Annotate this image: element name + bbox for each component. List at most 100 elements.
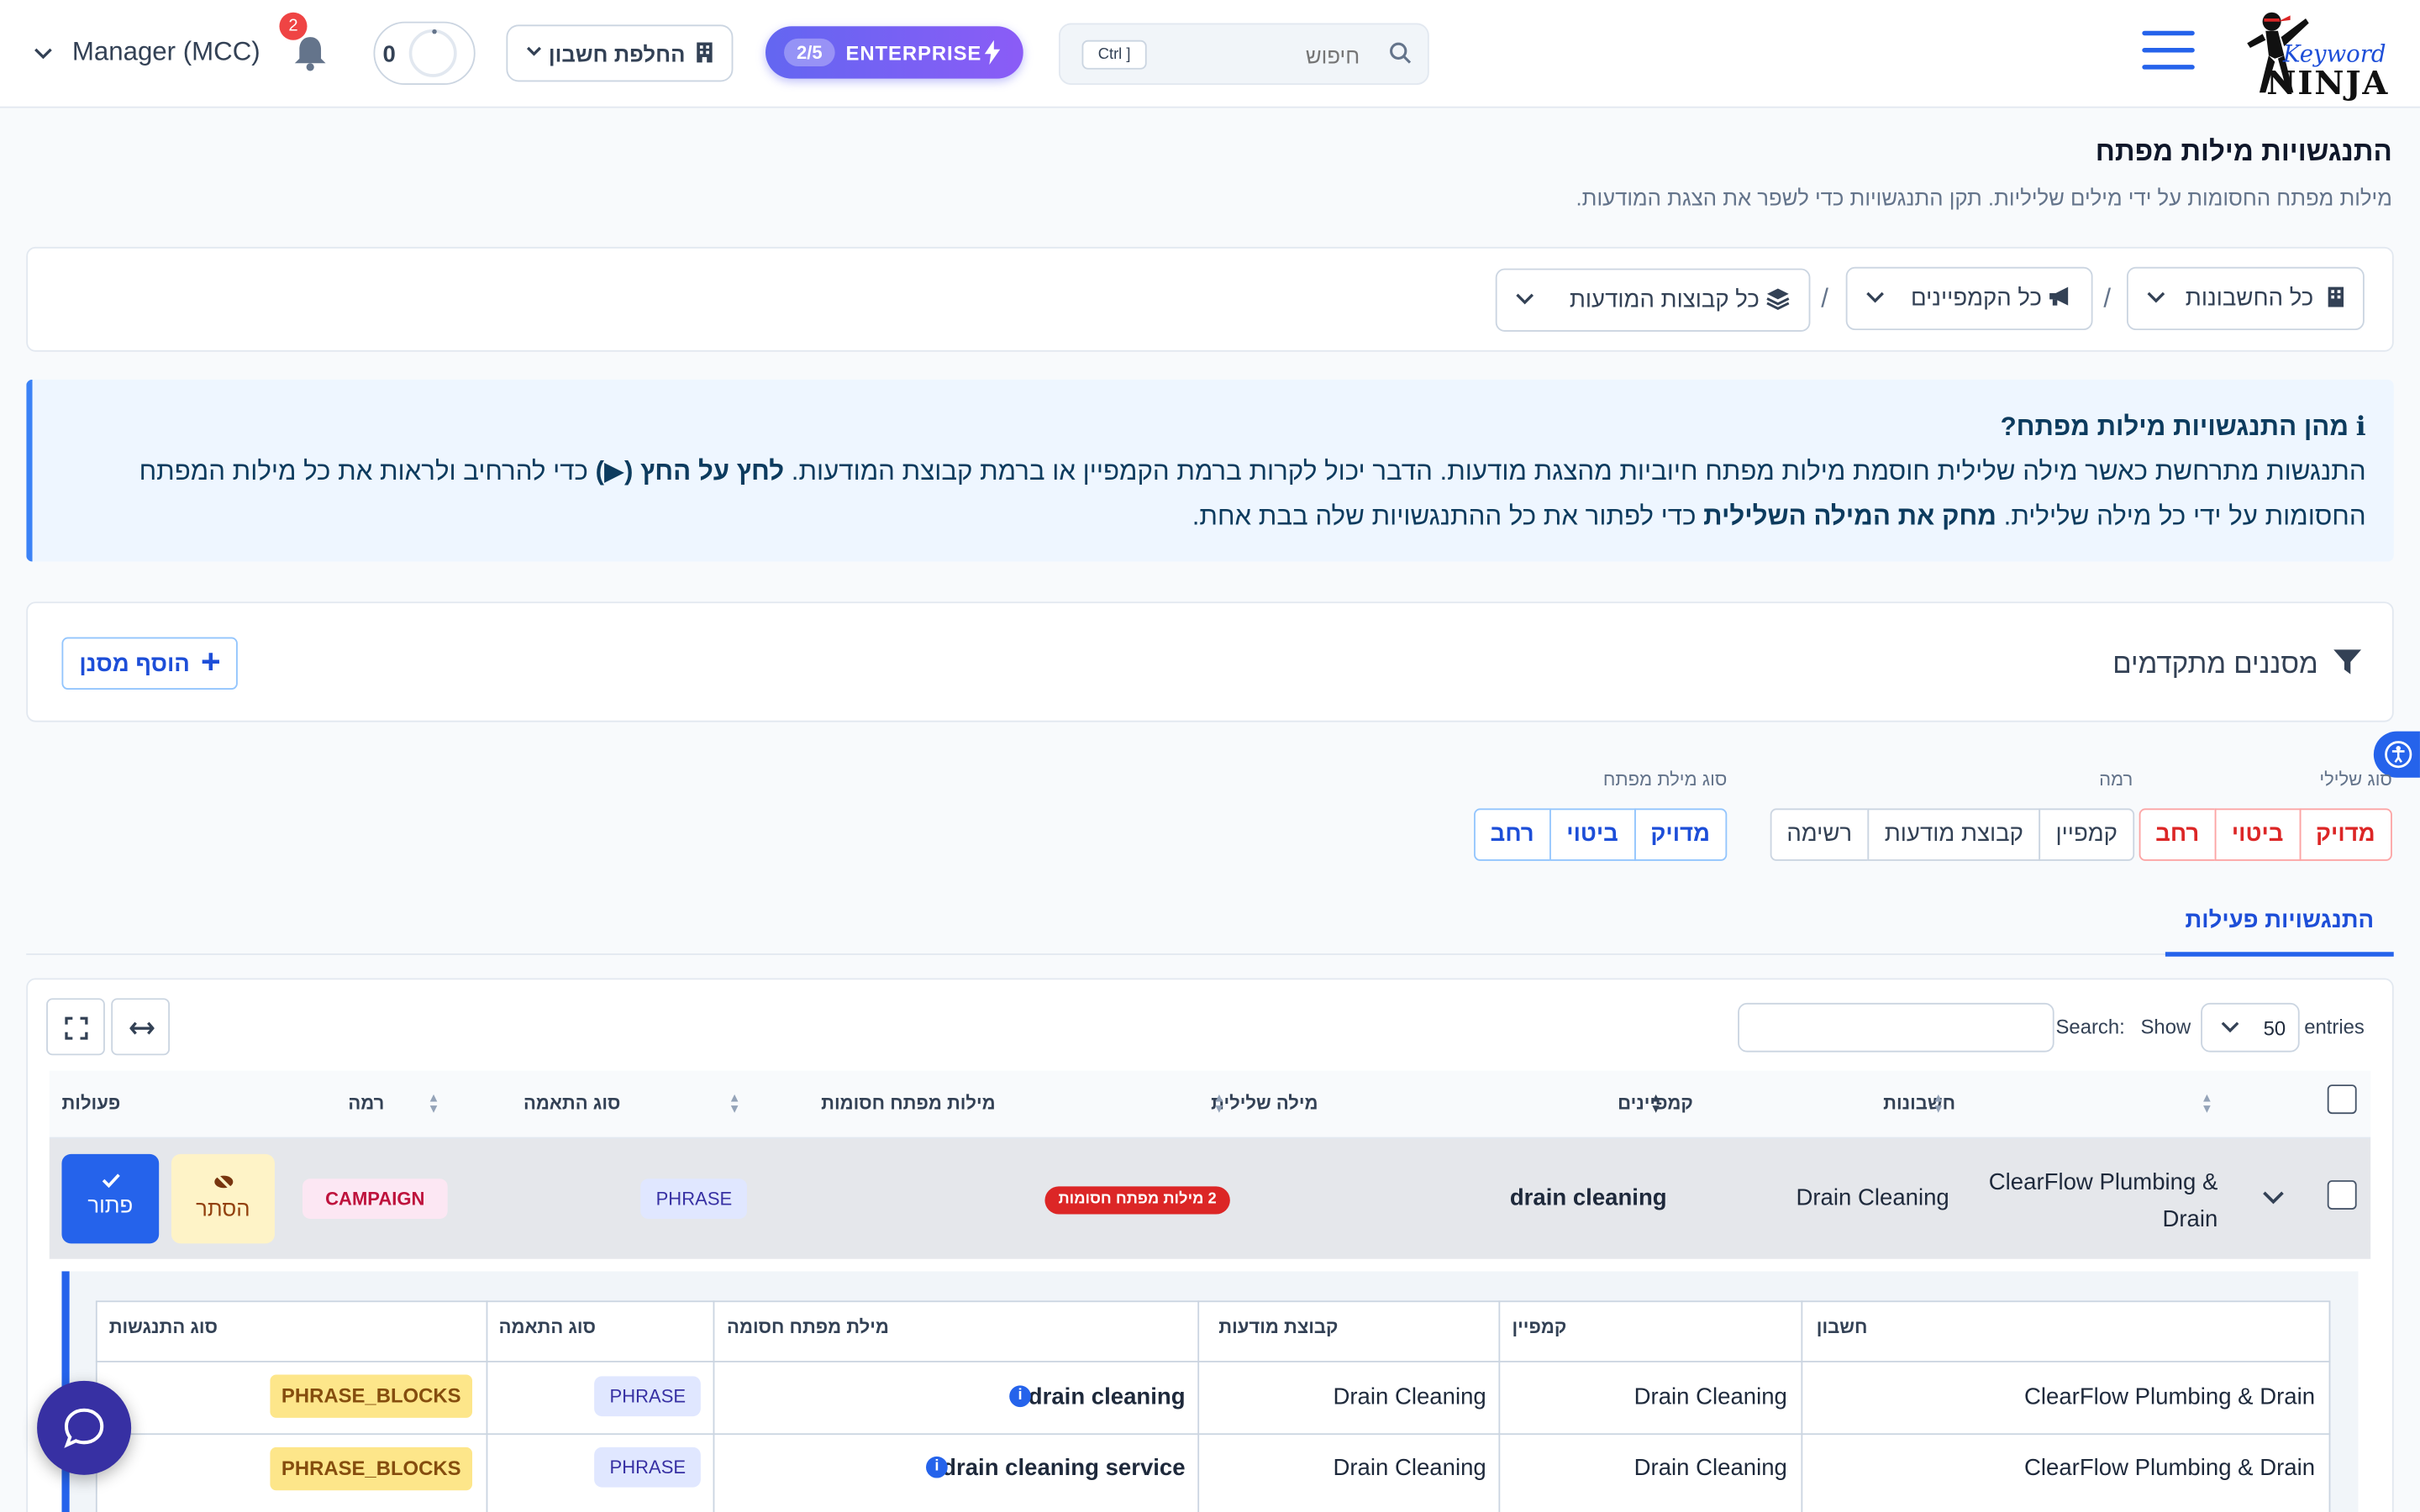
nested-match-badge: PHRASE <box>594 1446 702 1488</box>
top-bar: Keyword NINJA Ctrl ] 2/5 ENTERPRISE החלפ… <box>0 0 2420 108</box>
adgroups-filter-select[interactable]: כל קבוצות המודעות <box>1495 268 1811 332</box>
negative-type-phrase-button[interactable]: ביטוי <box>2214 808 2301 861</box>
sort-icon[interactable]: ▲ ▼ <box>729 1091 741 1115</box>
column-header-match-type[interactable]: סוג התאמה <box>523 1092 620 1114</box>
row-checkbox[interactable] <box>2327 1180 2357 1210</box>
app-root: Keyword NINJA Ctrl ] 2/5 ENTERPRISE החלפ… <box>0 0 2420 1512</box>
check-icon <box>101 1173 119 1189</box>
column-divider <box>486 1300 488 1512</box>
page-subtitle: מילות מפתח החסומות על ידי מילים שליליות.… <box>1576 185 2392 210</box>
keyword-type-broad-button[interactable]: רחב <box>1473 808 1551 861</box>
blocked-keywords-badge[interactable]: 2 מילות מפתח חסומות <box>1044 1186 1230 1215</box>
nested-cell-adgroup: Drain Cleaning <box>1333 1455 1486 1482</box>
nested-cell-campaign: Drain Cleaning <box>1634 1455 1787 1482</box>
negative-type-toggle-group: מדויק ביטוי רחב <box>2139 808 2392 861</box>
tabs-divider <box>26 953 2394 955</box>
info-icon[interactable]: i <box>1009 1385 1031 1408</box>
level-campaign-button[interactable]: קמפיין <box>2039 808 2135 861</box>
nested-cell-keyword: drain cleaning service <box>942 1455 1186 1482</box>
chevron-down-icon <box>1516 293 1534 305</box>
plan-badge[interactable]: 2/5 ENTERPRISE <box>765 26 1023 79</box>
entries-per-page-value: 50 <box>2263 1016 2286 1040</box>
negative-type-exact-button[interactable]: מדויק <box>2298 808 2392 861</box>
menu-toggle-icon[interactable] <box>2142 30 2195 77</box>
tab-active-conflicts[interactable]: התנגשויות פעילות <box>2165 901 2394 957</box>
chat-bubble-icon <box>64 1408 104 1448</box>
solve-button[interactable]: פתור <box>61 1153 160 1244</box>
info-icon: ℹ <box>2349 412 2366 442</box>
keyword-ninja-logo[interactable]: Keyword NINJA <box>2241 6 2396 102</box>
conflict-type-badge: PHRASE_BLOCKS <box>270 1446 473 1491</box>
nested-cell-account: ClearFlow Plumbing & Drain <box>2024 1455 2316 1482</box>
accounts-filter-select[interactable]: כל החשבונות <box>2126 266 2365 331</box>
switch-account-button[interactable]: החלפת חשבון <box>506 24 734 82</box>
sort-asc-icon[interactable]: ▲ ▼ <box>1649 1091 1662 1115</box>
nested-cell-keyword: drain cleaning <box>1028 1383 1186 1410</box>
breadcrumb-separator: / <box>1821 283 1829 313</box>
row-negative-keyword: drain cleaning <box>1509 1184 1667 1211</box>
level-adgroup-button[interactable]: קבוצת מודעות <box>1867 808 2041 861</box>
hide-button-label: הסתר <box>196 1195 250 1221</box>
column-header-actions: פעולות <box>61 1092 121 1115</box>
info-icon[interactable]: i <box>926 1456 948 1478</box>
search-shortcut-hint: Ctrl ] <box>1081 39 1147 70</box>
fullscreen-button[interactable] <box>46 998 105 1056</box>
show-entries-label: Show <box>2140 1015 2191 1039</box>
layers-icon <box>1766 288 1790 310</box>
row-divider <box>95 1360 2331 1362</box>
info-alert-title: ℹ מהן התנגשויות מילות מפתח? <box>2001 412 2366 443</box>
campaigns-filter-label: כל הקמפיינים <box>1911 285 2042 312</box>
conflict-type-badge: PHRASE_BLOCKS <box>270 1374 473 1418</box>
page-title: התנגשויות מילות מפתח <box>2095 135 2392 167</box>
sort-icon[interactable]: ▲ ▼ <box>1933 1091 1945 1115</box>
column-width-button[interactable] <box>111 998 171 1056</box>
plus-icon: + <box>201 642 221 680</box>
entries-label: entries <box>2304 1015 2365 1039</box>
column-header-level[interactable]: רמה <box>348 1092 384 1114</box>
sort-icon[interactable]: ▲ ▼ <box>2201 1091 2213 1115</box>
nested-cell-adgroup: Drain Cleaning <box>1333 1383 1486 1410</box>
column-header-negative[interactable]: מילה שלילית <box>1211 1092 1318 1114</box>
negative-type-broad-button[interactable]: רחב <box>2139 808 2217 861</box>
chevron-down-icon[interactable] <box>2263 1191 2285 1205</box>
notifications-button[interactable]: 2 <box>279 12 327 78</box>
user-menu[interactable]: Manager (MCC) <box>34 37 260 68</box>
column-header-accounts[interactable]: חשבונות <box>1883 1092 1955 1114</box>
entries-per-page-select[interactable]: 50 <box>2201 1002 2300 1053</box>
add-filter-button[interactable]: הוסף מסנן + <box>61 637 238 690</box>
hide-button[interactable]: הסתר <box>171 1153 275 1244</box>
nested-header-keyword: מילת מפתח חסומה <box>727 1315 889 1338</box>
keyword-type-phrase-button[interactable]: ביטוי <box>1549 808 1636 861</box>
campaigns-filter-select[interactable]: כל הקמפיינים <box>1845 266 2093 331</box>
row-campaign: Drain Cleaning <box>1796 1184 1949 1211</box>
user-menu-label: Manager (MCC) <box>71 37 260 66</box>
credit-counter[interactable]: 0 <box>373 21 476 86</box>
accessibility-icon <box>2385 741 2412 769</box>
eye-slash-icon <box>213 1173 233 1191</box>
sort-icon[interactable]: ▲ ▼ <box>428 1091 440 1115</box>
chat-launcher-button[interactable] <box>37 1380 132 1475</box>
nested-header-match: סוג התאמה <box>498 1315 596 1338</box>
conflicts-info-alert: ℹ מהן התנגשויות מילות מפתח? התנגשות מתרח… <box>26 379 2394 562</box>
level-label: רמה <box>2099 768 2133 790</box>
info-text-1: התנגשות מתרחשת כאשר מילה שלילית חוסמת מי… <box>791 456 2366 486</box>
keyword-type-exact-button[interactable]: מדויק <box>1634 808 1728 861</box>
table-search-input[interactable] <box>1738 1002 2054 1053</box>
chevron-down-icon <box>526 46 542 56</box>
info-text-3: כדי לפתור את כל ההתנגשויות שלה בבת אחת. <box>1192 501 1697 531</box>
keyword-type-label: סוג מילת מפתח <box>1602 768 1728 790</box>
global-search-input[interactable] <box>1153 37 1360 75</box>
column-divider <box>1197 1300 1200 1512</box>
nested-header-conflict: סוג התנגשות <box>108 1315 218 1338</box>
info-alert-body: התנגשות מתרחשת כאשר מילה שלילית חוסמת מי… <box>113 449 2366 538</box>
advanced-filters-title: מסננים מתקדמים <box>2112 648 2318 680</box>
level-list-button[interactable]: רשימה <box>1770 808 1870 861</box>
sort-icon[interactable]: ▲ ▼ <box>1213 1091 1226 1115</box>
global-search[interactable]: Ctrl ] <box>1058 23 1429 86</box>
nested-header-adgroup: קבוצת מודעות <box>1218 1315 1339 1338</box>
column-header-blocked[interactable]: מילות מפתח חסומות <box>821 1092 996 1114</box>
progress-ring-icon <box>408 29 457 77</box>
keyword-type-toggle-group: מדויק ביטוי רחב <box>1473 808 1728 861</box>
select-all-checkbox[interactable] <box>2327 1084 2357 1115</box>
nested-cell-campaign: Drain Cleaning <box>1634 1383 1787 1410</box>
